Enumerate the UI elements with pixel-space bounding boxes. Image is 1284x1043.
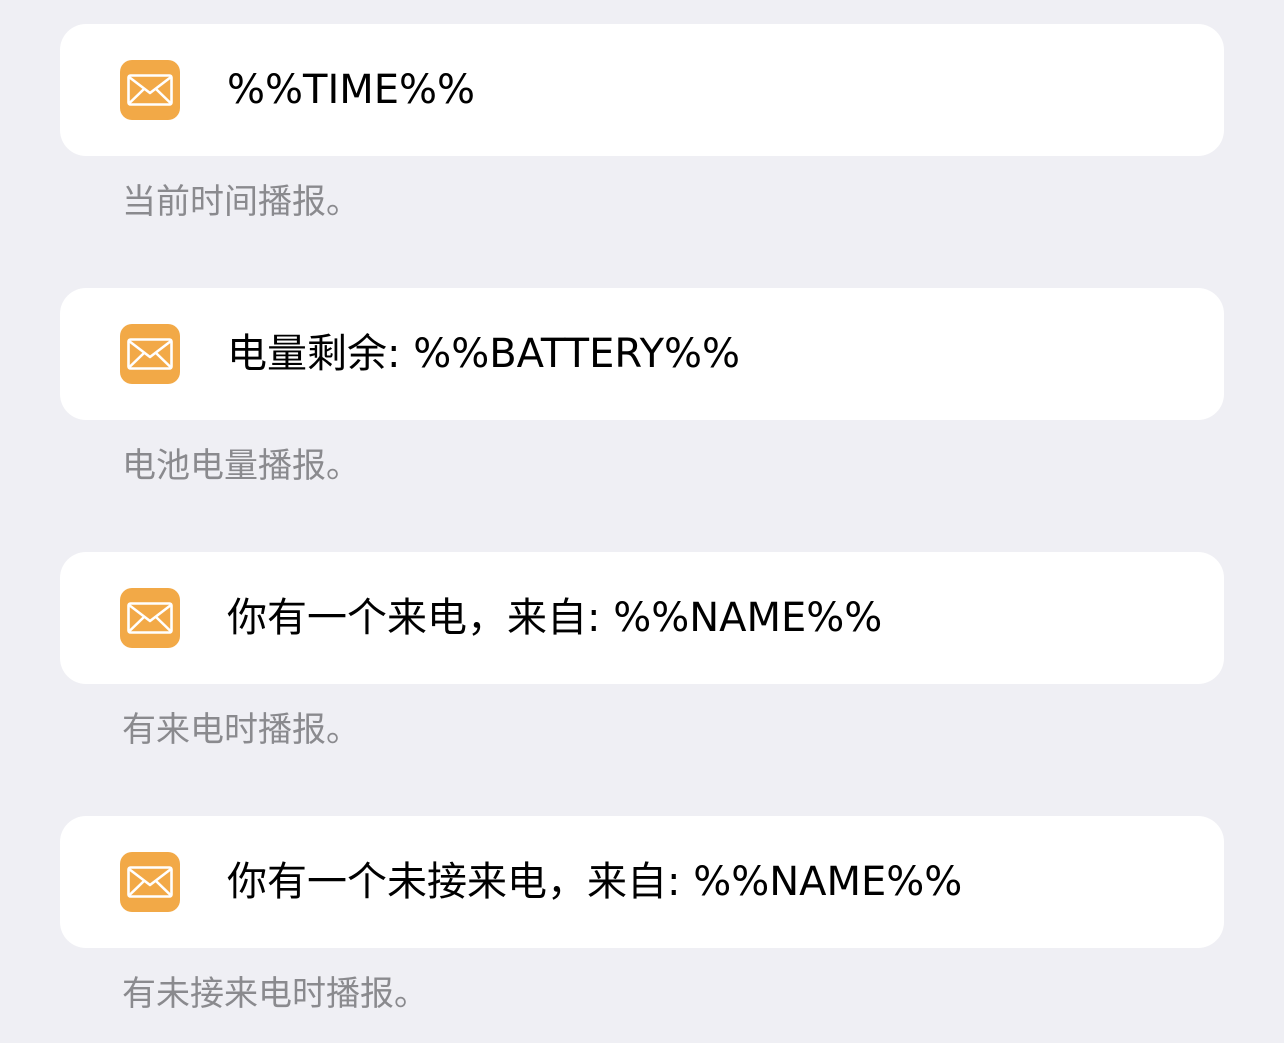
announcement-text: 电量剩余: %%BATTERY%% [227, 331, 741, 377]
announcement-card-missed-call[interactable]: 你有一个未接来电，来自: %%NAME%% [60, 816, 1224, 948]
announcement-card-time[interactable]: %%TIME%% [60, 24, 1224, 156]
mail-icon [120, 324, 180, 384]
mail-icon [120, 852, 180, 912]
announcement-caption: 当前时间播报。 [122, 182, 360, 222]
announcement-text: 你有一个未接来电，来自: %%NAME%% [227, 859, 963, 905]
announcement-caption: 有未接来电时播报。 [122, 974, 428, 1014]
announcement-card-battery[interactable]: 电量剩余: %%BATTERY%% [60, 288, 1224, 420]
announcement-caption: 有来电时播报。 [122, 710, 360, 750]
mail-icon [120, 60, 180, 120]
announcement-text: %%TIME%% [227, 67, 476, 113]
announcement-text: 你有一个来电，来自: %%NAME%% [227, 595, 883, 641]
mail-icon [120, 588, 180, 648]
announcement-caption: 电池电量播报。 [122, 446, 360, 486]
announcement-card-incoming-call[interactable]: 你有一个来电，来自: %%NAME%% [60, 552, 1224, 684]
